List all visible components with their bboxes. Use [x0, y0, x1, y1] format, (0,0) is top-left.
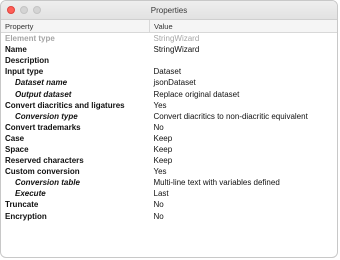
property-value-cell[interactable]: No — [150, 122, 338, 133]
table-row[interactable]: Element type StringWizard — [1, 33, 337, 45]
table-row[interactable]: Output dataset Replace original dataset — [1, 88, 337, 99]
property-name-cell: Reserved characters — [5, 156, 84, 166]
table-row[interactable]: Truncate No — [1, 199, 337, 210]
window-controls — [7, 6, 41, 14]
property-name-cell: Convert trademarks — [5, 122, 81, 132]
properties-table-body: Element type StringWizard Name StringWizard… — [1, 33, 337, 222]
close-button-icon[interactable] — [7, 6, 15, 14]
table-row[interactable]: Convert trademarks No — [1, 122, 337, 133]
property-value-cell: StringWizard — [153, 34, 200, 44]
property-value-cell[interactable]: Replace original dataset — [150, 88, 338, 99]
table-header-row: Property Value — [1, 20, 337, 33]
table-row[interactable]: Case Keep — [1, 133, 337, 144]
property-name-cell: Space — [5, 144, 29, 154]
property-value-cell[interactable]: Dataset — [150, 66, 338, 77]
column-header-value[interactable]: Value — [149, 20, 337, 33]
property-name-cell: Element type — [5, 34, 55, 44]
property-name-cell: Input type — [5, 67, 44, 77]
property-name-cell: Custom conversion — [5, 167, 80, 177]
property-name-cell: Convert diacritics and ligatures — [5, 100, 125, 110]
property-value-cell[interactable]: Yes — [150, 100, 338, 111]
property-value-cell[interactable]: Multi-line text with variables defined — [150, 177, 338, 188]
property-value-cell[interactable]: Convert diacritics to non-diacritic equi… — [150, 111, 338, 122]
column-header-property[interactable]: Property — [1, 20, 150, 33]
title-bar[interactable]: Properties — [1, 1, 337, 20]
property-value-cell[interactable]: Last — [150, 188, 338, 199]
table-row[interactable]: Input type Dataset — [1, 66, 337, 77]
property-value-cell[interactable]: jsonDataset — [150, 77, 338, 88]
property-value-cell[interactable]: No — [150, 199, 338, 210]
property-name-cell: Encryption — [5, 211, 47, 221]
table-row[interactable]: Reserved characters Keep — [1, 155, 337, 166]
table-row[interactable]: Convert diacritics and ligatures Yes — [1, 100, 337, 111]
property-name-cell: Description — [5, 56, 50, 66]
property-name-cell: Conversion table — [15, 178, 80, 188]
property-value-cell[interactable] — [150, 55, 338, 66]
table-row[interactable]: Name StringWizard — [1, 44, 337, 55]
property-value-cell[interactable]: StringWizard — [150, 44, 338, 55]
properties-table: Property Value Element type StringWizard N… — [1, 20, 337, 222]
properties-window: Properties Property Value Element type St… — [0, 0, 338, 258]
window-title: Properties — [150, 5, 188, 15]
table-row[interactable]: Execute Last — [1, 188, 337, 199]
table-row[interactable]: Conversion table Multi-line text with var… — [1, 177, 337, 188]
table-row[interactable]: Custom conversion Yes — [1, 166, 337, 177]
property-name-cell: Conversion type — [15, 111, 78, 121]
property-name-cell: Dataset name — [15, 78, 68, 88]
table-row[interactable]: Encryption No — [1, 211, 337, 222]
table-row[interactable]: Description — [1, 55, 337, 66]
zoom-button-icon[interactable] — [33, 6, 41, 14]
property-name-cell: Execute — [15, 189, 46, 199]
property-value-cell[interactable]: Keep — [150, 155, 338, 166]
table-row[interactable]: Space Keep — [1, 144, 337, 155]
property-name-cell: Name — [5, 45, 27, 55]
property-value-cell[interactable]: Keep — [150, 144, 338, 155]
property-value-cell[interactable]: Yes — [150, 166, 338, 177]
minimize-button-icon[interactable] — [20, 6, 28, 14]
table-row[interactable]: Dataset name jsonDataset — [1, 77, 337, 88]
property-name-cell: Truncate — [5, 200, 39, 210]
property-value-cell[interactable]: No — [150, 211, 338, 222]
table-row[interactable]: Conversion type Convert diacritics to non… — [1, 111, 337, 122]
property-value-cell[interactable]: Keep — [150, 133, 338, 144]
property-name-cell: Case — [5, 133, 25, 143]
property-name-cell: Output dataset — [15, 89, 72, 99]
